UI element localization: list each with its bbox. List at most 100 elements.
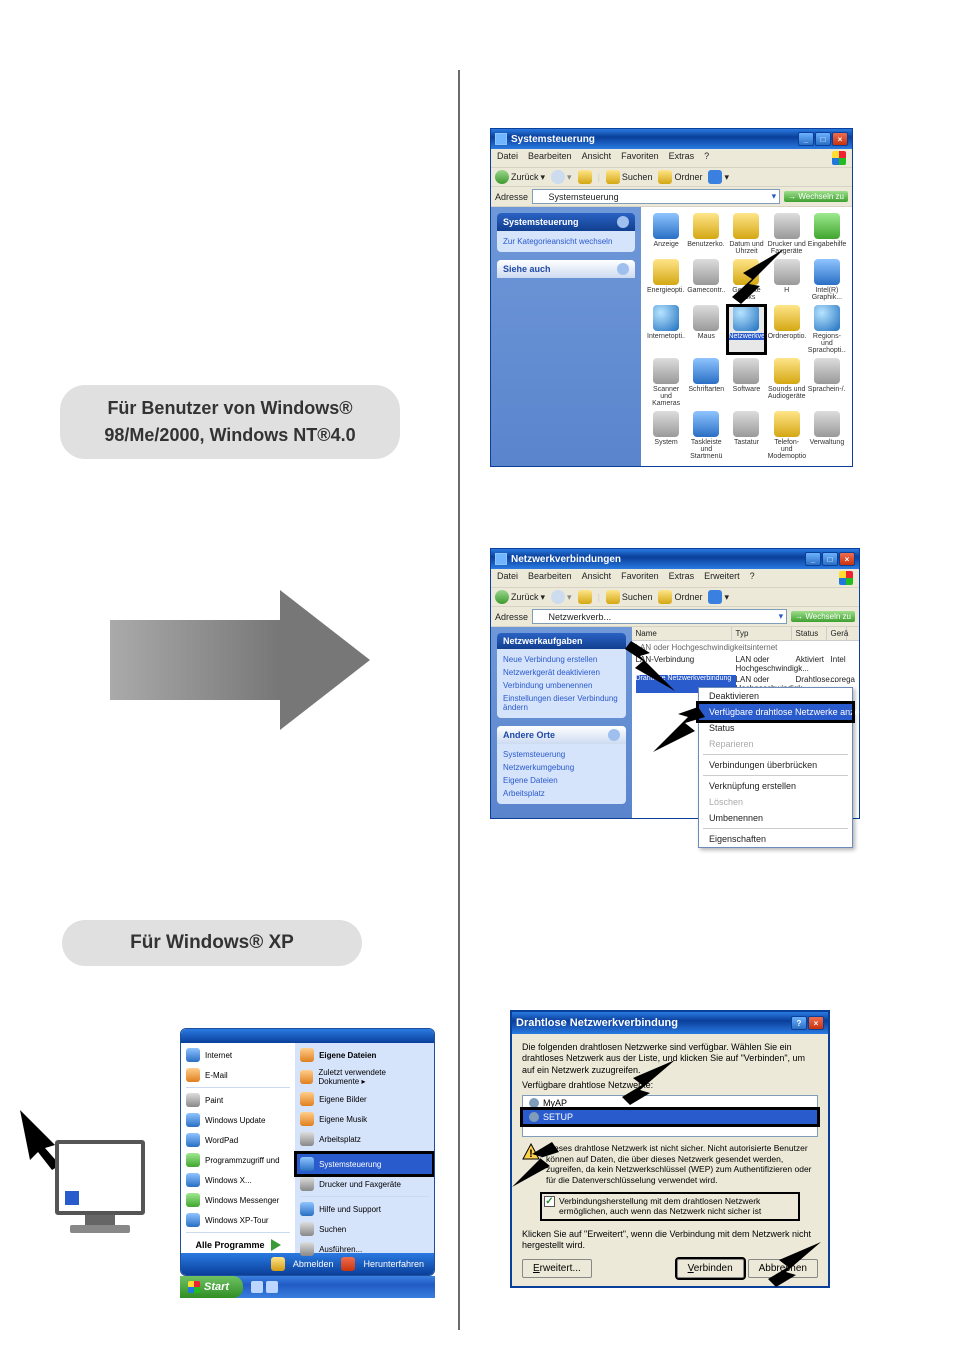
advanced-button[interactable]: Erweitert... — [522, 1259, 592, 1278]
up-button[interactable] — [578, 590, 592, 604]
sm-help[interactable]: Hilfe und Support — [297, 1199, 432, 1219]
sm-music[interactable]: Eigene Musik — [297, 1109, 432, 1129]
menu-edit[interactable]: Bearbeiten — [528, 571, 572, 585]
menu-favorites[interactable]: Favoriten — [621, 571, 659, 585]
go-button[interactable]: → Wechseln zu — [791, 611, 855, 622]
sm-update[interactable]: Windows Update — [183, 1110, 293, 1130]
context-item[interactable]: Verbindungen überbrücken — [699, 757, 852, 773]
sm-run[interactable]: Ausführen... — [297, 1239, 432, 1259]
cp-item-19[interactable]: Sprachein-/... — [808, 358, 846, 407]
cp-item-11[interactable]: Maus — [687, 305, 725, 354]
up-button[interactable] — [578, 170, 592, 184]
maximize-button[interactable]: □ — [815, 132, 831, 146]
sm-mydocs-top[interactable]: Eigene Dateien — [297, 1045, 432, 1065]
context-item[interactable]: Umbenennen — [699, 810, 852, 826]
col-type[interactable]: Typ — [732, 627, 792, 640]
cp-item-16[interactable]: Schriftarten — [687, 358, 725, 407]
cp-item-20[interactable]: System — [647, 411, 685, 460]
close-button[interactable]: × — [832, 132, 848, 146]
sm-pictures[interactable]: Eigene Bilder — [297, 1089, 432, 1109]
network-item-selected[interactable]: SETUP — [523, 1110, 817, 1124]
col-name[interactable]: Name — [632, 627, 732, 640]
shutdown-button[interactable]: Herunterfahren — [363, 1259, 424, 1269]
cp-item-18[interactable]: Sounds und Audiogeräte — [768, 358, 806, 407]
search-button[interactable]: Suchen — [606, 170, 653, 184]
sm-search[interactable]: Suchen — [297, 1219, 432, 1239]
switch-view-link[interactable]: Zur Kategorieansicht wechseln — [503, 235, 629, 248]
logoff-button[interactable]: Abmelden — [293, 1259, 334, 1269]
task-settings[interactable]: Einstellungen dieser Verbindung ändern — [503, 692, 620, 714]
titlebar[interactable]: Systemsteuerung _ □ × — [491, 129, 852, 149]
sm-email[interactable]: E-Mail — [183, 1065, 293, 1085]
close-button[interactable]: × — [808, 1016, 824, 1030]
cp-item-9[interactable]: Intel(R) Graphik... — [808, 259, 846, 301]
sm-controlpanel[interactable]: Systemsteuerung — [297, 1154, 432, 1174]
menu-file[interactable]: Datei — [497, 571, 518, 585]
place-cp[interactable]: Systemsteuerung — [503, 748, 620, 761]
sm-printers[interactable]: Drucker und Faxgeräte — [297, 1174, 432, 1194]
menu-extras[interactable]: Extras — [669, 571, 695, 585]
tray-icon[interactable] — [266, 1281, 278, 1293]
checkbox-icon[interactable] — [544, 1196, 555, 1207]
dialog-titlebar[interactable]: Drahtlose Netzwerkverbindung ? × — [512, 1012, 828, 1034]
context-item[interactable]: Eigenschaften — [699, 831, 852, 847]
panel-head-seealso[interactable]: Siehe auch — [497, 260, 635, 278]
cp-item-10[interactable]: Internetopti... — [647, 305, 685, 354]
menu-extras[interactable]: Extras — [669, 151, 695, 165]
cp-item-13[interactable]: Ordneroptio... — [768, 305, 806, 354]
sm-wordpad[interactable]: WordPad — [183, 1130, 293, 1150]
panel-head-tasks[interactable]: Netzwerkaufgaben — [497, 633, 626, 649]
sm-winx[interactable]: Windows X... — [183, 1170, 293, 1190]
search-button[interactable]: Suchen — [606, 590, 653, 604]
task-disable-device[interactable]: Netzwerkgerät deaktivieren — [503, 666, 620, 679]
cp-item-6[interactable]: Gamecontr... — [687, 259, 725, 301]
sm-messenger[interactable]: Windows Messenger — [183, 1190, 293, 1210]
context-item[interactable]: Deaktivieren — [699, 688, 852, 704]
back-button[interactable]: Zurück ▾ — [495, 170, 545, 184]
cp-item-5[interactable]: Energieopti... — [647, 259, 685, 301]
cp-item-17[interactable]: Software — [727, 358, 765, 407]
cp-item-24[interactable]: Verwaltung — [808, 411, 846, 460]
sm-tour[interactable]: Windows XP-Tour — [183, 1210, 293, 1230]
context-item[interactable]: Verfügbare drahtlose Netzwerke anzeigen — [699, 704, 852, 720]
sm-paint[interactable]: Paint — [183, 1090, 293, 1110]
allow-insecure-checkbox[interactable]: Verbindungsherstellung mit dem drahtlose… — [540, 1192, 800, 1221]
sm-progaccess[interactable]: Programmzugriff und — [183, 1150, 293, 1170]
connect-button[interactable]: Verbinden — [677, 1259, 744, 1278]
sm-internet[interactable]: Internet — [183, 1045, 293, 1065]
cp-item-0[interactable]: Anzeige — [647, 213, 685, 255]
folders-button[interactable]: Ordner — [658, 590, 702, 604]
col-status[interactable]: Status — [792, 627, 827, 640]
task-rename[interactable]: Verbindung umbenennen — [503, 679, 620, 692]
minimize-button[interactable]: _ — [805, 552, 821, 566]
cp-item-4[interactable]: Eingabehilfen — [808, 213, 846, 255]
menu-favorites[interactable]: Favoriten — [621, 151, 659, 165]
all-programs[interactable]: Alle Programme — [183, 1235, 293, 1255]
forward-button[interactable]: ▾ — [551, 170, 572, 184]
context-item[interactable]: Verknüpfung erstellen — [699, 778, 852, 794]
menu-help[interactable]: ? — [750, 571, 755, 585]
folders-button[interactable]: Ordner — [658, 170, 702, 184]
cp-item-1[interactable]: Benutzerko... — [687, 213, 725, 255]
col-device[interactable]: Gerä — [827, 627, 847, 640]
titlebar[interactable]: Netzwerkverbindungen _ □ × — [491, 549, 859, 569]
context-item[interactable]: Status — [699, 720, 852, 736]
cp-item-23[interactable]: Telefon- und Modemoptio... — [768, 411, 806, 460]
start-button[interactable]: Start — [180, 1276, 243, 1298]
place-computer[interactable]: Arbeitsplatz — [503, 787, 620, 800]
menu-help[interactable]: ? — [704, 151, 709, 165]
back-button[interactable]: Zurück ▾ — [495, 590, 545, 604]
sm-computer[interactable]: Arbeitsplatz — [297, 1129, 432, 1149]
cp-item-22[interactable]: Tastatur — [727, 411, 765, 460]
menu-file[interactable]: Datei — [497, 151, 518, 165]
close-button[interactable]: × — [839, 552, 855, 566]
views-button[interactable]: ▾ — [708, 590, 729, 604]
address-input[interactable]: Systemsteuerung ▾ — [532, 189, 780, 204]
minimize-button[interactable]: _ — [798, 132, 814, 146]
task-new-connection[interactable]: Neue Verbindung erstellen — [503, 653, 620, 666]
menu-edit[interactable]: Bearbeiten — [528, 151, 572, 165]
panel-head-places[interactable]: Andere Orte — [497, 726, 626, 744]
cp-item-21[interactable]: Taskleiste und Startmenü — [687, 411, 725, 460]
views-button[interactable]: ▾ — [708, 170, 729, 184]
help-button[interactable]: ? — [791, 1016, 807, 1030]
